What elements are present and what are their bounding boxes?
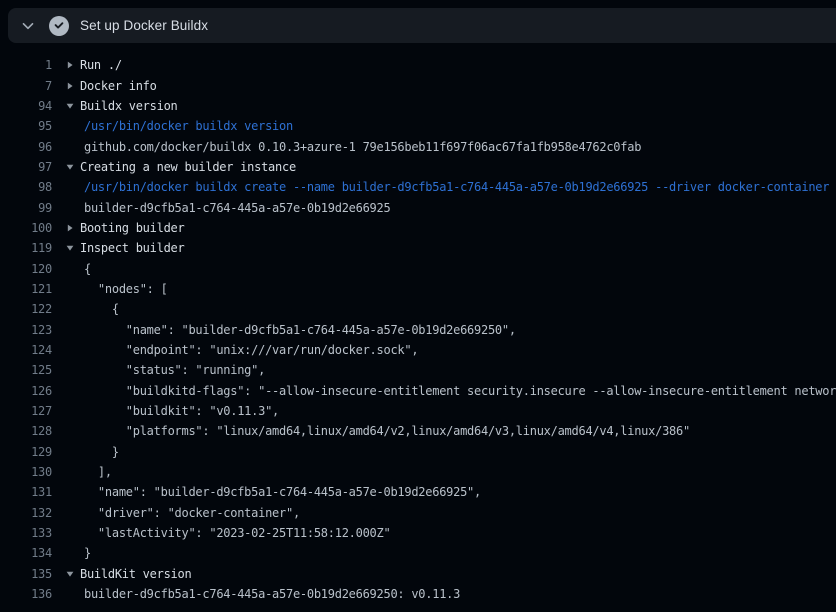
line-number[interactable]: 97 — [0, 160, 52, 174]
log-row: 123 "name": "builder-d9cfb5a1-c764-445a-… — [0, 319, 836, 339]
log-row: 95/usr/bin/docker buildx version — [0, 116, 836, 136]
group-title: Buildx version — [80, 99, 178, 113]
output-text: } — [84, 445, 119, 459]
log-row: 133 "lastActivity": "2023-02-25T11:58:12… — [0, 523, 836, 543]
group-expanded-caret-icon[interactable] — [66, 163, 74, 171]
log-group-row[interactable]: 119 Inspect builder — [0, 238, 836, 258]
log-row: 127 "buildkit": "v0.11.3", — [0, 401, 836, 421]
log-lines: 1 Run ./ 7 Docker info 94 Buildx version 95/us… — [0, 55, 836, 604]
line-number[interactable]: 127 — [0, 404, 52, 418]
output-text: "buildkitd-flags": "--allow-insecure-ent… — [84, 384, 836, 398]
command-text: /usr/bin/docker buildx version — [84, 119, 293, 133]
log-row: 134} — [0, 543, 836, 563]
line-number[interactable]: 121 — [0, 282, 52, 296]
log-row: 126 "buildkitd-flags": "--allow-insecure… — [0, 381, 836, 401]
log-row: 121 "nodes": [ — [0, 279, 836, 299]
group-expanded-caret-icon[interactable] — [66, 570, 74, 578]
output-text: "nodes": [ — [84, 282, 168, 296]
log-group-row[interactable]: 94 Buildx version — [0, 96, 836, 116]
output-text: "name": "builder-d9cfb5a1-c764-445a-a57e… — [84, 323, 516, 337]
log-row: 99 builder-d9cfb5a1-c764-445a-a57e-0b19d2… — [0, 197, 836, 217]
output-text: github.com/docker/buildx 0.10.3+azure-1 … — [84, 140, 641, 154]
line-number[interactable]: 98 — [0, 180, 52, 194]
output-text: ], — [84, 465, 112, 479]
group-title: Inspect builder — [80, 241, 184, 255]
log-row: 120 { — [0, 258, 836, 278]
log-row: 129 } — [0, 442, 836, 462]
output-text: builder-d9cfb5a1-c764-445a-a57e-0b19d2e6… — [84, 587, 460, 601]
line-number[interactable]: 95 — [0, 119, 52, 133]
line-number[interactable]: 100 — [0, 221, 52, 235]
line-number[interactable]: 119 — [0, 241, 52, 255]
log-row: 128 "platforms": "linux/amd64,linux/amd6… — [0, 421, 836, 441]
line-number[interactable]: 134 — [0, 546, 52, 560]
group-collapsed-caret-icon[interactable] — [66, 61, 74, 69]
line-number[interactable]: 130 — [0, 465, 52, 479]
line-number[interactable]: 96 — [0, 140, 52, 154]
output-text: "buildkit": "v0.11.3", — [84, 404, 279, 418]
group-title: Creating a new builder instance — [80, 160, 296, 174]
line-number[interactable]: 122 — [0, 302, 52, 316]
line-number[interactable]: 125 — [0, 363, 52, 377]
group-expanded-caret-icon[interactable] — [66, 244, 74, 252]
line-number[interactable]: 94 — [0, 99, 52, 113]
log-row: 136 builder-d9cfb5a1-c764-445a-a57e-0b19d… — [0, 584, 836, 604]
output-text: "endpoint": "unix:///var/run/docker.sock… — [84, 343, 418, 357]
line-number[interactable]: 131 — [0, 485, 52, 499]
check-circle-icon — [49, 16, 69, 36]
group-title: Run ./ — [80, 58, 122, 72]
group-expanded-caret-icon[interactable] — [66, 102, 74, 110]
output-text: "lastActivity": "2023-02-25T11:58:12.000… — [84, 526, 390, 540]
log-row: 132 "driver": "docker-container", — [0, 503, 836, 523]
group-collapsed-caret-icon[interactable] — [66, 82, 74, 90]
output-text: "driver": "docker-container", — [84, 506, 300, 520]
line-number[interactable]: 124 — [0, 343, 52, 357]
output-text: "name": "builder-d9cfb5a1-c764-445a-a57e… — [84, 485, 481, 499]
group-title: Docker info — [80, 79, 157, 93]
output-text: "platforms": "linux/amd64,linux/amd64/v2… — [84, 424, 690, 438]
log-row: 124 "endpoint": "unix:///var/run/docker.… — [0, 340, 836, 360]
log-row: 130 ], — [0, 462, 836, 482]
log-row: 96 github.com/docker/buildx 0.10.3+azure-… — [0, 136, 836, 156]
log-row: 125 "status": "running", — [0, 360, 836, 380]
output-text: "status": "running", — [84, 363, 265, 377]
line-number[interactable]: 128 — [0, 424, 52, 438]
group-collapsed-caret-icon[interactable] — [66, 224, 74, 232]
line-number[interactable]: 7 — [0, 79, 52, 93]
line-number[interactable]: 123 — [0, 323, 52, 337]
log-row: 131 "name": "builder-d9cfb5a1-c764-445a-… — [0, 482, 836, 502]
group-title: Booting builder — [80, 221, 184, 235]
actions-log-viewer: Set up Docker Buildx 1 Run ./ 7 Docker info… — [0, 8, 836, 604]
line-number[interactable]: 120 — [0, 262, 52, 276]
step-header[interactable]: Set up Docker Buildx — [8, 8, 836, 43]
line-number[interactable]: 99 — [0, 201, 52, 215]
line-number[interactable]: 135 — [0, 567, 52, 581]
log-group-row[interactable]: 97 Creating a new builder instance — [0, 157, 836, 177]
line-number[interactable]: 1 — [0, 58, 52, 72]
line-number[interactable]: 136 — [0, 587, 52, 601]
log-group-row[interactable]: 100 Booting builder — [0, 218, 836, 238]
output-text: } — [84, 546, 91, 560]
output-text: { — [84, 302, 119, 316]
group-title: BuildKit version — [80, 567, 191, 581]
chevron-down-icon[interactable] — [20, 18, 36, 34]
command-text: /usr/bin/docker buildx create --name bui… — [84, 180, 829, 194]
log-row: 122 { — [0, 299, 836, 319]
log-row: 98/usr/bin/docker buildx create --name b… — [0, 177, 836, 197]
log-group-row[interactable]: 1 Run ./ — [0, 55, 836, 75]
line-number[interactable]: 132 — [0, 506, 52, 520]
line-number[interactable]: 126 — [0, 384, 52, 398]
log-group-row[interactable]: 135 BuildKit version — [0, 564, 836, 584]
output-text: { — [84, 262, 91, 276]
line-number[interactable]: 133 — [0, 526, 52, 540]
log-group-row[interactable]: 7 Docker info — [0, 75, 836, 95]
output-text: builder-d9cfb5a1-c764-445a-a57e-0b19d2e6… — [84, 201, 390, 215]
step-title: Set up Docker Buildx — [80, 18, 208, 33]
line-number[interactable]: 129 — [0, 445, 52, 459]
